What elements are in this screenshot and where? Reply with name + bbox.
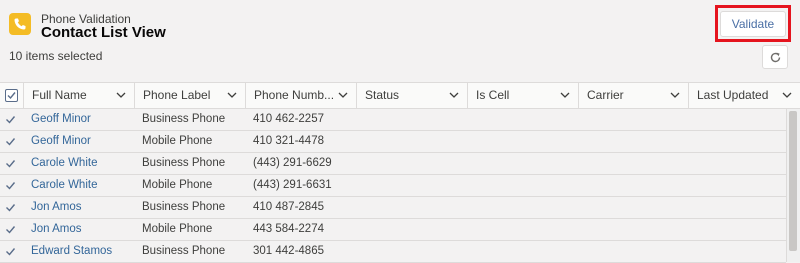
column-header-phone-number[interactable]: Phone Numb...	[246, 83, 357, 108]
chevron-down-icon[interactable]	[782, 91, 792, 99]
column-label: Carrier	[587, 88, 624, 102]
column-header-carrier[interactable]: Carrier	[579, 83, 689, 108]
table-row[interactable]: Geoff Minor Business Phone 410 462-2257	[0, 109, 786, 131]
page-title: Contact List View	[41, 24, 166, 41]
selected-count: 10 items selected	[9, 49, 103, 63]
row-checkbox[interactable]	[5, 224, 16, 235]
cell-phone-label: Business Phone	[142, 157, 226, 169]
chevron-down-icon[interactable]	[449, 91, 459, 99]
cell-phone-label: Business Phone	[142, 245, 226, 257]
column-label: Phone Label	[143, 88, 211, 102]
validate-highlight: Validate	[715, 5, 791, 42]
cell-phone-label: Mobile Phone	[142, 135, 213, 147]
cell-phone-number: 410 487-2845	[253, 201, 324, 213]
column-label: Full Name	[32, 88, 87, 102]
cell-phone-label: Business Phone	[142, 113, 226, 125]
row-checkbox[interactable]	[5, 114, 16, 125]
cell-phone-label: Business Phone	[142, 201, 226, 213]
checkmark-icon	[6, 226, 16, 234]
cell-phone-number: (443) 291-6631	[253, 179, 332, 191]
cell-phone-number: (443) 291-6629	[253, 157, 332, 169]
cell-full-name[interactable]: Carole White	[31, 153, 97, 174]
row-checkbox[interactable]	[5, 136, 16, 147]
checkmark-icon	[6, 116, 16, 124]
column-header-is-cell[interactable]: Is Cell	[468, 83, 579, 108]
column-label: Last Updated	[697, 88, 769, 102]
cell-full-name[interactable]: Geoff Minor	[31, 109, 91, 130]
scrollbar-thumb[interactable]	[789, 111, 797, 251]
table-row[interactable]: Carole White Business Phone (443) 291-66…	[0, 153, 786, 175]
row-checkbox[interactable]	[5, 180, 16, 191]
row-checkbox[interactable]	[5, 246, 16, 257]
checkmark-icon	[6, 182, 16, 190]
page-header: Phone Validation Contact List View 10 it…	[0, 0, 800, 80]
chevron-down-icon[interactable]	[560, 91, 570, 99]
contacts-table: Full Name Phone Label Phone Numb... Stat…	[0, 82, 800, 263]
table-row[interactable]: Edward Stamos Business Phone 301 442-486…	[0, 241, 786, 263]
checkmark-icon	[6, 160, 16, 168]
table-row[interactable]: Carole White Mobile Phone (443) 291-6631	[0, 175, 786, 197]
checkmark-icon	[6, 248, 16, 256]
column-header-phone-label[interactable]: Phone Label	[135, 83, 246, 108]
phone-icon	[9, 13, 31, 35]
table-row[interactable]: Jon Amos Mobile Phone 443 584-2274	[0, 219, 786, 241]
column-label: Is Cell	[476, 88, 510, 102]
cell-phone-label: Mobile Phone	[142, 223, 213, 235]
column-header-full-name[interactable]: Full Name	[24, 83, 135, 108]
cell-full-name[interactable]: Jon Amos	[31, 197, 82, 218]
row-checkbox[interactable]	[5, 202, 16, 213]
chevron-down-icon[interactable]	[116, 91, 126, 99]
column-label: Phone Numb...	[254, 88, 335, 102]
cell-full-name[interactable]: Edward Stamos	[31, 241, 112, 262]
column-header-status[interactable]: Status	[357, 83, 468, 108]
cell-full-name[interactable]: Carole White	[31, 175, 97, 196]
cell-phone-number: 410 321-4478	[253, 135, 324, 147]
cell-full-name[interactable]: Jon Amos	[31, 219, 82, 240]
cell-phone-label: Mobile Phone	[142, 179, 213, 191]
checkmark-icon	[6, 138, 16, 146]
table-header: Full Name Phone Label Phone Numb... Stat…	[0, 83, 800, 109]
cell-full-name[interactable]: Geoff Minor	[31, 131, 91, 152]
column-label: Status	[365, 88, 400, 102]
column-header-last-updated[interactable]: Last Updated	[689, 83, 800, 108]
chevron-down-icon[interactable]	[227, 91, 237, 99]
checkmark-icon	[6, 204, 16, 212]
table-body: Geoff Minor Business Phone 410 462-2257 …	[0, 109, 786, 263]
cell-phone-number: 301 442-4865	[253, 245, 324, 257]
validate-button[interactable]: Validate	[720, 11, 786, 37]
refresh-button[interactable]	[762, 45, 788, 69]
table-row[interactable]: Jon Amos Business Phone 410 487-2845	[0, 197, 786, 219]
chevron-down-icon[interactable]	[338, 91, 348, 99]
select-all-checkbox[interactable]	[5, 89, 18, 102]
cell-phone-number: 410 462-2257	[253, 113, 324, 125]
table-row[interactable]: Geoff Minor Mobile Phone 410 321-4478	[0, 131, 786, 153]
row-checkbox[interactable]	[5, 158, 16, 169]
refresh-icon	[770, 52, 781, 63]
table-scrollbar[interactable]	[786, 109, 800, 262]
cell-phone-number: 443 584-2274	[253, 223, 324, 235]
chevron-down-icon[interactable]	[670, 91, 680, 99]
header-select-all-cell	[0, 83, 24, 108]
